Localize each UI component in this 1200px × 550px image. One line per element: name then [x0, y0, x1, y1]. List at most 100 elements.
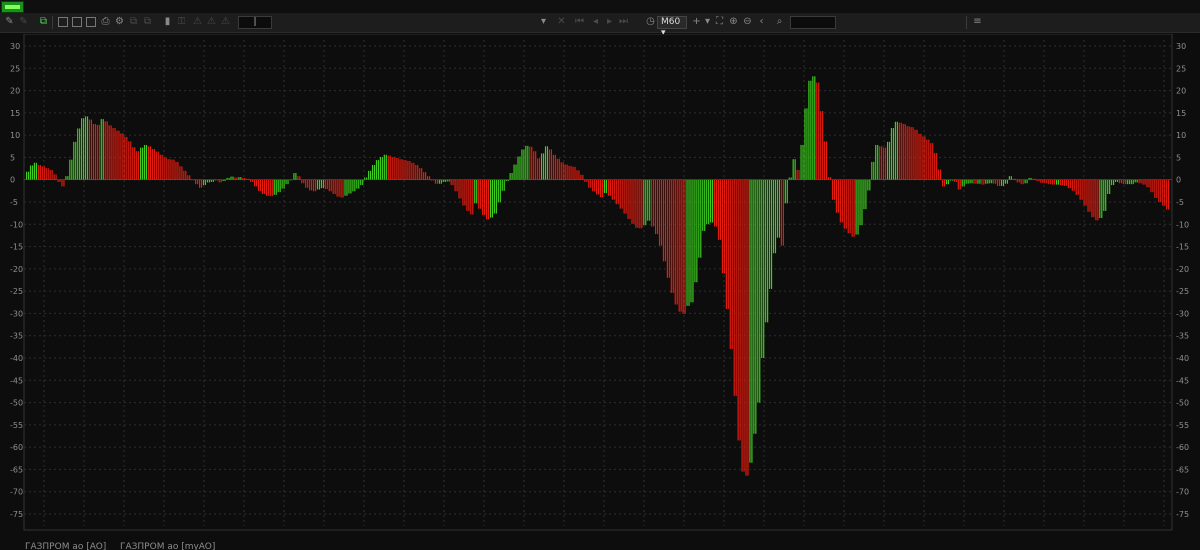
histogram-bar: [826, 141, 828, 180]
print-icon[interactable]: ⎙: [100, 16, 111, 27]
histogram-bar: [928, 139, 930, 180]
histogram-bar: [564, 164, 566, 180]
histogram-bar: [428, 176, 431, 180]
histogram-bar: [603, 179, 606, 194]
table-icon[interactable]: [86, 17, 96, 27]
histogram-bar: [31, 165, 34, 180]
alert-icon[interactable]: ⚠: [220, 16, 231, 27]
histogram-bar: [423, 172, 425, 180]
prev-icon[interactable]: ◂: [590, 16, 601, 27]
histogram-bar: [1081, 179, 1083, 200]
window-icon[interactable]: [58, 17, 68, 27]
histogram-bar: [529, 146, 531, 180]
histogram-bar: [713, 179, 716, 227]
histogram-bar: [141, 147, 144, 180]
histogram-bar: [552, 154, 554, 180]
histogram-bar: [761, 179, 763, 358]
indicator-icon[interactable]: ✎: [18, 16, 29, 27]
histogram-bar: [37, 165, 39, 180]
histogram-bar: [1128, 179, 1130, 185]
histogram-bar: [163, 157, 165, 180]
search-input[interactable]: [790, 16, 836, 29]
y-tick-label-right: -70: [1176, 488, 1189, 497]
histogram-bar: [27, 171, 30, 180]
histogram-bar: [122, 133, 124, 180]
histogram-bar: [482, 179, 484, 215]
histogram-bar: [892, 128, 895, 180]
y-tick-label-left: -65: [10, 465, 23, 474]
histogram-bar: [796, 169, 798, 180]
histogram-bar: [837, 179, 839, 213]
histogram-bar: [934, 152, 936, 180]
histogram-bar: [362, 179, 364, 186]
settings-icon[interactable]: ⚙: [114, 16, 125, 27]
lock-icon[interactable]: ⚿: [176, 16, 187, 27]
alert-icon[interactable]: ⚠: [192, 16, 203, 27]
histogram-bar: [47, 168, 49, 180]
histogram-bar: [873, 161, 875, 180]
histogram-bar: [851, 179, 853, 237]
next-icon[interactable]: ▸: [604, 16, 615, 27]
app-icon[interactable]: [1, 1, 24, 13]
chevron-down-icon[interactable]: ▾: [538, 16, 549, 27]
histogram-bar: [1083, 179, 1085, 206]
histogram-bar: [407, 160, 409, 180]
histogram-bar: [822, 111, 824, 180]
histogram-bar: [639, 179, 641, 229]
message-icon[interactable]: ▮: [162, 16, 173, 27]
paste-icon[interactable]: ⧉: [142, 16, 153, 27]
histogram-bar: [379, 156, 381, 180]
histogram-bar: [1154, 179, 1156, 198]
interval-icon[interactable]: ◷: [645, 16, 656, 27]
histogram-bar: [1095, 179, 1097, 221]
zoom-out-icon[interactable]: ⊖: [742, 16, 753, 27]
histogram-bar: [204, 179, 207, 186]
histogram-bar: [782, 179, 784, 246]
histogram-bar: [566, 164, 568, 180]
histogram-bar: [495, 179, 497, 214]
legend-item-myao[interactable]: ГАЗПРОМ ао [myAO]: [120, 542, 215, 550]
ao-histogram-chart[interactable]: 30 30 25 25 20 20 15 15 10 10 5 5 0 0 -5 -5 -10 -10 -15 -15…: [0, 34, 1200, 541]
histogram-bar: [820, 111, 822, 180]
histogram-bar: [88, 119, 91, 180]
histogram-bar: [653, 179, 655, 227]
fit-screen-icon[interactable]: ⛶: [714, 16, 725, 27]
histogram-bar: [930, 143, 932, 180]
window-icon[interactable]: [72, 17, 82, 27]
histogram-bar: [686, 179, 688, 306]
histogram-bar: [348, 179, 350, 194]
histogram-bar: [769, 179, 771, 289]
interval-select[interactable]: M60 ▾: [657, 16, 687, 38]
histogram-bar: [346, 179, 348, 196]
histogram-bar: [1166, 179, 1168, 210]
copy-icon[interactable]: ⧉: [128, 16, 139, 27]
histogram-bar: [586, 179, 588, 182]
histogram-bar: [544, 146, 547, 180]
histogram-bar: [680, 179, 682, 312]
histogram-bar: [120, 133, 122, 180]
histogram-bar: [611, 179, 613, 200]
chevron-down-icon[interactable]: ▾: [702, 16, 713, 27]
close-icon[interactable]: ✕: [556, 16, 567, 27]
histogram-bar: [511, 173, 513, 180]
y-tick-label-left: -75: [10, 510, 23, 519]
histogram-bar: [635, 179, 637, 228]
cross-icon[interactable]: +: [691, 16, 702, 27]
histogram-bar: [902, 124, 904, 180]
symbol-input[interactable]: |: [238, 16, 272, 29]
legend-item-ao[interactable]: ГАЗПРОМ ао [AO]: [25, 542, 106, 550]
histogram-bar: [656, 179, 659, 235]
menu-icon[interactable]: ≡: [972, 16, 983, 27]
histogram-bar: [767, 179, 769, 323]
y-tick-label-left: -50: [10, 399, 23, 408]
last-icon[interactable]: ⏭: [618, 16, 629, 27]
search-icon[interactable]: ⌕: [774, 16, 785, 27]
y-tick-label-right: -25: [1176, 287, 1189, 296]
y-tick-label-left: -20: [10, 265, 23, 274]
back-icon[interactable]: ‹: [756, 16, 767, 27]
alert-icon[interactable]: ⚠: [206, 16, 217, 27]
first-icon[interactable]: ⏮: [574, 16, 585, 27]
zoom-in-icon[interactable]: ⊕: [728, 16, 739, 27]
new-window-icon[interactable]: ⧉: [38, 16, 49, 27]
pencil-icon[interactable]: ✎: [4, 16, 15, 27]
